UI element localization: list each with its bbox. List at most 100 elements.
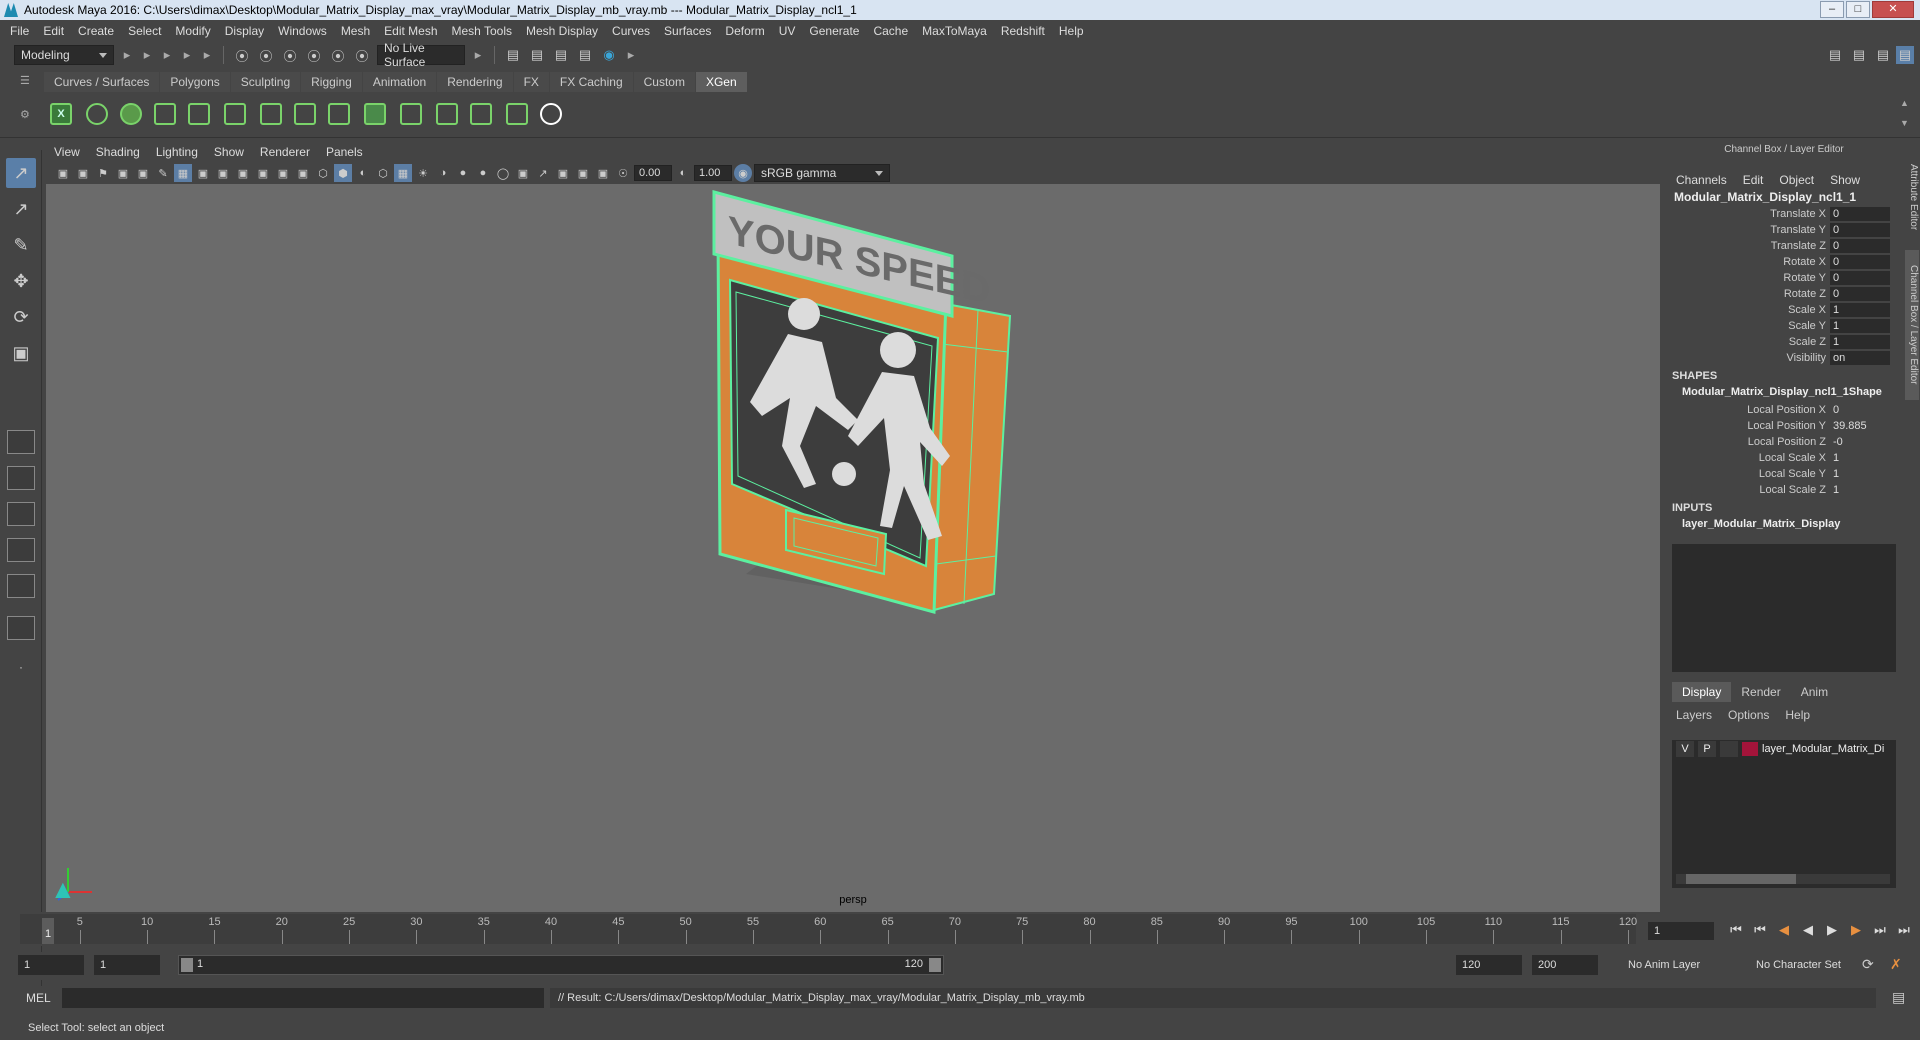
shape-channel-row[interactable]: Local Position X 0	[1664, 402, 1904, 418]
xray-components-icon[interactable]: ▣	[594, 164, 612, 182]
menu-redshift[interactable]: Redshift	[995, 24, 1053, 38]
shelf-tab-fx[interactable]: FX	[513, 72, 549, 92]
channel-value[interactable]: 0	[1830, 239, 1890, 253]
menu-mesh-display[interactable]: Mesh Display	[520, 24, 606, 38]
cb-menu-channels[interactable]: Channels	[1676, 173, 1727, 187]
shape-channel-row[interactable]: Local Position Z -0	[1664, 434, 1904, 450]
outliner-icon[interactable]: ▤	[1874, 46, 1892, 64]
collapse-arrow-icon[interactable]: ▸	[200, 47, 214, 63]
channel-value[interactable]: 1	[1830, 303, 1890, 317]
menu-windows[interactable]: Windows	[272, 24, 335, 38]
image-plane-icon[interactable]: ▣	[114, 164, 132, 182]
channel-row[interactable]: Translate X 0	[1664, 206, 1904, 222]
xgen-lock-icon[interactable]	[290, 99, 320, 129]
gamma-icon[interactable]: ◐	[674, 164, 692, 182]
menu-mesh[interactable]: Mesh	[335, 24, 378, 38]
range-start-handle[interactable]	[181, 958, 193, 972]
playback-start-field[interactable]: 1	[94, 955, 160, 975]
step-forward-key-icon[interactable]: ⏭	[1870, 922, 1890, 940]
color-management-icon[interactable]: ◉	[734, 164, 752, 182]
shelf-menu-icon[interactable]: ☰	[20, 74, 30, 87]
lasso-select-icon[interactable]: ⦿	[233, 46, 251, 64]
hypershade-icon[interactable]: ◉	[600, 46, 618, 64]
layout-hypershade-icon[interactable]	[7, 574, 35, 598]
object-name[interactable]: Modular_Matrix_Display_ncl1_1	[1664, 190, 1904, 206]
mel-input[interactable]	[62, 988, 544, 1008]
layer-visibility-toggle[interactable]: V	[1676, 741, 1694, 757]
maximize-button[interactable]: □	[1846, 1, 1870, 18]
shelf-scroll-down-icon[interactable]: ▼	[1900, 118, 1909, 128]
channel-row[interactable]: Scale Y 1	[1664, 318, 1904, 334]
xgen-bend-icon[interactable]	[432, 99, 462, 129]
step-back-frame-icon[interactable]: ◀	[1774, 922, 1794, 940]
xgen-hex-icon[interactable]	[536, 99, 566, 129]
xgen-length-icon[interactable]	[466, 99, 496, 129]
channel-value[interactable]: 1	[1830, 468, 1890, 480]
time-slider[interactable]: 5 10 15 20 25 30 35 40 45 50 55 60 65 70 75 80 85 90 95 100…	[0, 912, 1920, 946]
menu-display[interactable]: Display	[219, 24, 272, 38]
shape-name[interactable]: Modular_Matrix_Display_ncl1_1Shape	[1664, 386, 1904, 402]
wireframe-icon[interactable]: ⬡	[314, 164, 332, 182]
cb-menu-object[interactable]: Object	[1779, 173, 1814, 187]
layer-tab-display[interactable]: Display	[1672, 682, 1732, 702]
grease-pencil-icon[interactable]: ✎	[154, 164, 172, 182]
camera-select-icon[interactable]: ▣	[54, 164, 72, 182]
menu-deform[interactable]: Deform	[719, 24, 772, 38]
channel-value[interactable]: -0	[1830, 436, 1890, 448]
menu-file[interactable]: File	[4, 24, 37, 38]
shelf-tab-animation[interactable]: Animation	[362, 72, 437, 92]
perspective-viewport[interactable]: YOUR SPEED ▲ persp	[46, 184, 1660, 912]
channel-row[interactable]: Scale Z 1	[1664, 334, 1904, 350]
collapse-arrow-icon[interactable]: ▸	[120, 47, 134, 63]
shape-channel-row[interactable]: Local Position Y 39.885	[1664, 418, 1904, 434]
default-material-icon[interactable]: ◐	[354, 164, 372, 182]
scale-tool-icon[interactable]: ▣	[6, 338, 36, 368]
safe-title-icon[interactable]: ▣	[294, 164, 312, 182]
xgen-rebuild-icon[interactable]	[256, 99, 286, 129]
shelf-tab-xgen[interactable]: XGen	[695, 72, 747, 92]
snap-point-icon[interactable]: ⦿	[305, 46, 323, 64]
xgen-grooming-icon[interactable]	[150, 99, 180, 129]
panel-menu-view[interactable]: View	[46, 145, 88, 159]
channel-row[interactable]: Translate Z 0	[1664, 238, 1904, 254]
menu-uv[interactable]: UV	[773, 24, 804, 38]
shelf-tab-custom[interactable]: Custom	[633, 72, 695, 92]
channel-value[interactable]: 0	[1830, 207, 1890, 221]
use-all-lights-icon[interactable]: ☀	[414, 164, 432, 182]
render-settings-icon[interactable]: ▤	[504, 46, 522, 64]
channel-value[interactable]: 0	[1830, 223, 1890, 237]
channel-box-toggle-icon[interactable]: ▤	[1896, 46, 1914, 64]
channel-row[interactable]: Rotate X 0	[1664, 254, 1904, 270]
menu-mesh-tools[interactable]: Mesh Tools	[446, 24, 520, 38]
shelf-tab-rigging[interactable]: Rigging	[301, 72, 362, 92]
resolution-gate-icon[interactable]: ▣	[214, 164, 232, 182]
step-forward-frame-icon[interactable]: ▶	[1846, 922, 1866, 940]
layer-menu-layers[interactable]: Layers	[1676, 708, 1712, 722]
cb-menu-show[interactable]: Show	[1830, 173, 1860, 187]
scrollbar-thumb[interactable]	[1686, 874, 1796, 884]
exposure-field[interactable]: 0.00	[634, 165, 672, 181]
xgen-sculpt-guide-icon[interactable]	[220, 99, 250, 129]
move-tool-icon[interactable]: ✥	[6, 266, 36, 296]
color-space-dropdown[interactable]: sRGB gamma	[754, 164, 890, 182]
screen-space-ao-icon[interactable]: ●	[454, 164, 472, 182]
channel-row[interactable]: Rotate Y 0	[1664, 270, 1904, 286]
shelf-tab-curves-surfaces[interactable]: Curves / Surfaces	[44, 72, 160, 92]
layer-row[interactable]: V P layer_Modular_Matrix_Di	[1672, 740, 1896, 758]
shape-channel-row[interactable]: Local Scale Z 1	[1664, 482, 1904, 498]
depth-of-field-icon[interactable]: ▣	[514, 164, 532, 182]
channel-row[interactable]: Scale X 1	[1664, 302, 1904, 318]
menu-maxtomaya[interactable]: MaxToMaya	[916, 24, 995, 38]
menu-edit-mesh[interactable]: Edit Mesh	[378, 24, 445, 38]
ipr-render-icon[interactable]: ▤	[552, 46, 570, 64]
exposure-icon[interactable]: ☉	[614, 164, 632, 182]
layout-outliner-icon[interactable]	[7, 616, 35, 640]
snap-view-icon[interactable]: ⦿	[329, 46, 347, 64]
minimize-button[interactable]: –	[1820, 1, 1844, 18]
attribute-editor-tab[interactable]: Attribute Editor	[1905, 152, 1919, 242]
collapse-arrow-icon[interactable]: ▸	[160, 47, 174, 63]
script-editor-icon[interactable]: ▤	[1892, 989, 1905, 1006]
xray-joints-icon[interactable]: ▣	[574, 164, 592, 182]
menu-edit[interactable]: Edit	[37, 24, 72, 38]
channel-value[interactable]: 0	[1830, 404, 1890, 416]
